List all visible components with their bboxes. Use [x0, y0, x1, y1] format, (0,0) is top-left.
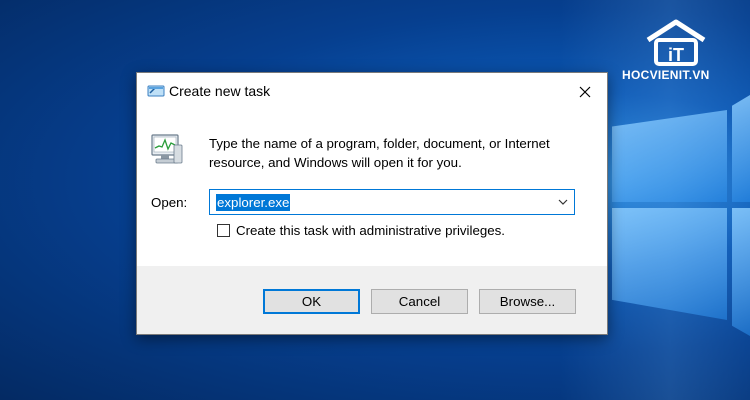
logo-letters: iT — [668, 45, 684, 65]
dropdown-button[interactable] — [555, 194, 571, 210]
hocvienit-house-icon: iT — [646, 19, 706, 66]
ok-button[interactable]: OK — [263, 289, 360, 314]
open-label: Open: — [151, 195, 188, 210]
dialog-title: Create new task — [169, 83, 271, 99]
run-icon — [147, 84, 165, 98]
chevron-down-icon — [558, 199, 568, 205]
dialog-footer: OK Cancel Browse... — [137, 266, 607, 334]
windows-logo-pane-top-right — [732, 95, 750, 202]
description-line-2: resource, and Windows will open it for y… — [209, 155, 462, 170]
dialog-description: Type the name of a program, folder, docu… — [209, 134, 579, 172]
hocvienit-logo: iT HOCVIENIT.VN — [618, 18, 738, 90]
admin-checkbox[interactable] — [217, 223, 230, 237]
close-icon — [579, 86, 591, 98]
close-button[interactable] — [563, 73, 607, 111]
admin-checkbox-row[interactable]: Create this task with administrative pri… — [217, 221, 505, 239]
task-manager-icon — [149, 131, 185, 167]
description-line-1: Type the name of a program, folder, docu… — [209, 136, 550, 151]
open-combobox[interactable]: explorer.exe — [209, 189, 575, 215]
browse-button[interactable]: Browse... — [479, 289, 576, 314]
watermark-text: HOCVIENIT.VN — [622, 68, 710, 82]
create-task-dialog: Create new task Type the name of a progr… — [136, 72, 608, 335]
title-bar[interactable]: Create new task — [137, 73, 607, 111]
open-input[interactable]: explorer.exe — [216, 194, 291, 211]
cancel-button[interactable]: Cancel — [371, 289, 468, 314]
admin-checkbox-label[interactable]: Create this task with administrative pri… — [236, 223, 505, 238]
windows-logo-pane-bottom-right — [732, 208, 750, 336]
